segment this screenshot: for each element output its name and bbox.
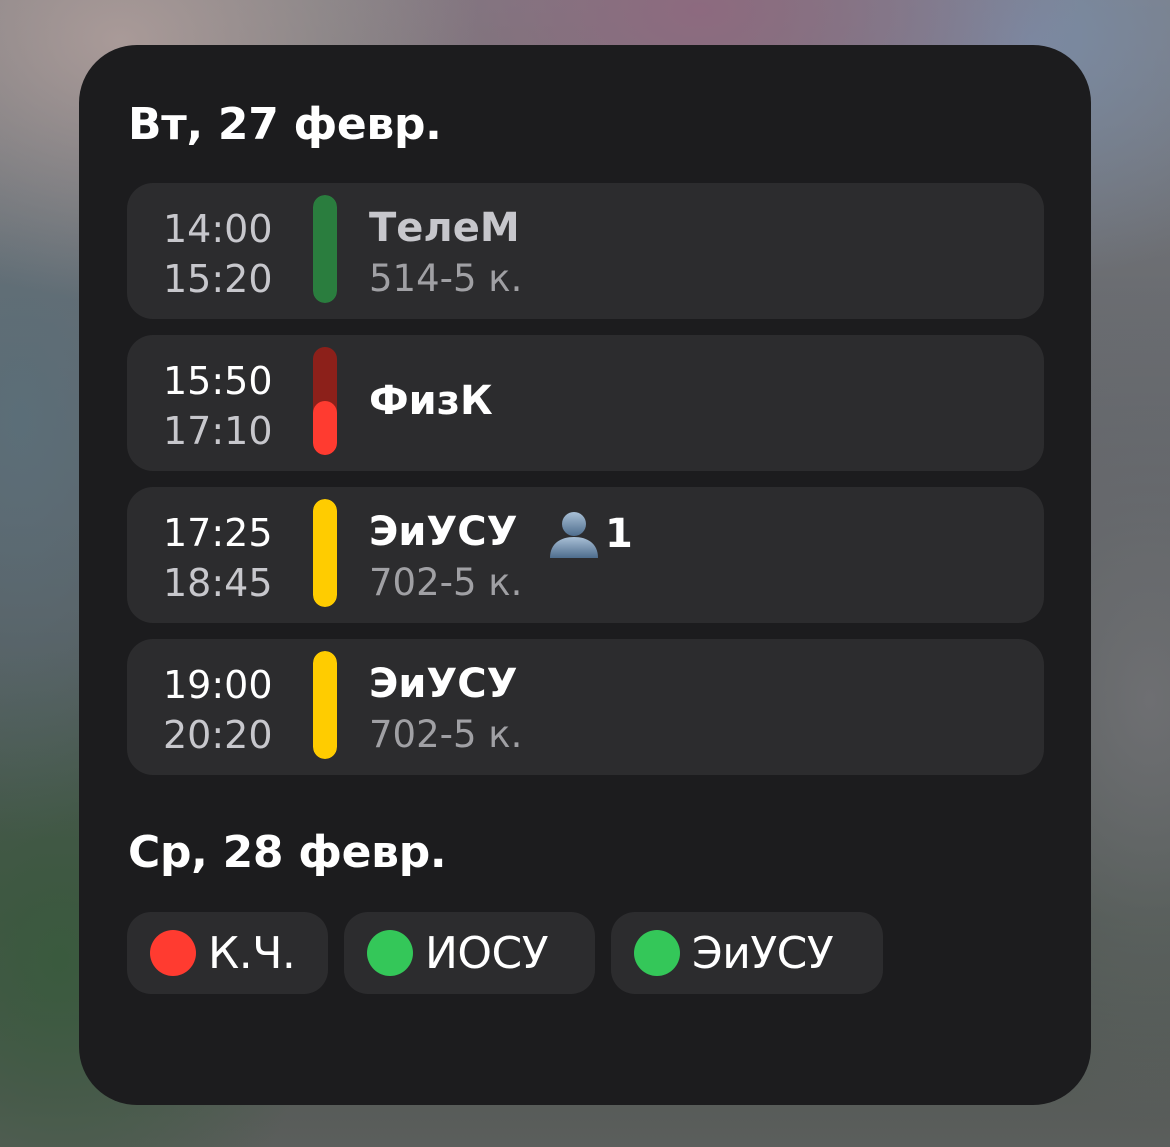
event-chip[interactable]: ЭиУСУ bbox=[611, 912, 883, 994]
event-chip-label: К.Ч. bbox=[208, 927, 296, 979]
event-start-time: 15:50 bbox=[163, 359, 273, 403]
attendee-count: 1 bbox=[545, 509, 633, 559]
event-start-time: 19:00 bbox=[163, 663, 273, 707]
event-room: 702-5 к. bbox=[369, 561, 523, 604]
attendee-count-value: 1 bbox=[605, 511, 633, 557]
status-dot bbox=[634, 930, 680, 976]
event-start-time: 17:25 bbox=[163, 511, 273, 555]
day-header-wednesday: Ср, 28 февр. bbox=[128, 827, 447, 878]
event-chip[interactable]: К.Ч. bbox=[127, 912, 328, 994]
day-header-tuesday: Вт, 27 февр. bbox=[128, 99, 442, 150]
status-dot bbox=[150, 930, 196, 976]
event-color-bar bbox=[313, 347, 337, 455]
person-icon bbox=[550, 512, 598, 558]
event-title: ТелеМ bbox=[369, 205, 520, 251]
event-title: ФизК bbox=[369, 378, 493, 424]
event-color-bar bbox=[313, 499, 337, 607]
event-end-time: 15:20 bbox=[163, 257, 273, 301]
status-dot bbox=[367, 930, 413, 976]
event-chip-label: ЭиУСУ bbox=[692, 927, 834, 979]
event-start-time: 14:00 bbox=[163, 207, 273, 251]
event-card[interactable]: 14:00 15:20 ТелеМ 514-5 к. bbox=[127, 183, 1044, 319]
event-chip[interactable]: ИОСУ bbox=[344, 912, 595, 994]
event-title: ЭиУСУ bbox=[369, 509, 518, 555]
event-title: ЭиУСУ bbox=[369, 661, 518, 707]
schedule-widget[interactable]: Вт, 27 февр. 14:00 15:20 ТелеМ 514-5 к. … bbox=[79, 45, 1091, 1105]
event-color-bar bbox=[313, 651, 337, 759]
event-end-time: 17:10 bbox=[163, 409, 273, 453]
event-color-bar bbox=[313, 195, 337, 303]
event-chip-label: ИОСУ bbox=[425, 927, 549, 979]
event-room: 702-5 к. bbox=[369, 713, 523, 756]
event-room: 514-5 к. bbox=[369, 257, 523, 300]
event-card[interactable]: 15:50 17:10 ФизК bbox=[127, 335, 1044, 471]
event-end-time: 20:20 bbox=[163, 713, 273, 757]
event-card[interactable]: 17:25 18:45 ЭиУСУ 1 702-5 к. bbox=[127, 487, 1044, 623]
event-end-time: 18:45 bbox=[163, 561, 273, 605]
event-card[interactable]: 19:00 20:20 ЭиУСУ 702-5 к. bbox=[127, 639, 1044, 775]
